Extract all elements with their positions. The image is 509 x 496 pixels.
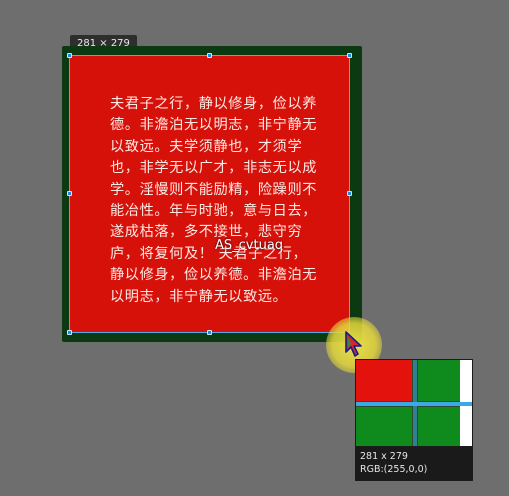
poem-text: 夫君子之行，静以修身，俭以养德。非澹泊无以明志，非宁静无以致远。夫学须静也，才须… <box>110 96 318 305</box>
magnifier-green-quadrant-bottom-left <box>356 407 412 446</box>
magnifier-red-quadrant <box>356 360 412 401</box>
magnifier-crosshair-h <box>356 402 472 406</box>
magnifier-preview <box>355 359 473 447</box>
window-class-label: AS_cvtuaq <box>215 238 284 253</box>
resize-handle-bottom-left-icon[interactable] <box>67 330 72 335</box>
captured-content-area: 夫君子之行，静以修身，俭以养德。非澹泊无以明志，非宁静无以致远。夫学须静也，才须… <box>70 56 350 333</box>
resize-handle-middle-left-icon[interactable] <box>67 191 72 196</box>
magnifier-green-quadrant-bottom-right <box>418 407 460 446</box>
arrow-cursor-icon <box>345 331 362 357</box>
resize-handle-top-left-icon[interactable] <box>67 53 72 58</box>
magnifier-size-text: 281 x 279 <box>360 451 408 462</box>
resize-handle-top-right-icon[interactable] <box>347 53 352 58</box>
magnifier-rgb-text: RGB:(255,0,0) <box>360 464 428 475</box>
resize-handle-middle-right-icon[interactable] <box>347 191 352 196</box>
resize-handle-bottom-center-icon[interactable] <box>207 330 212 335</box>
magnifier-info-panel: 281 x 279 RGB:(255,0,0) <box>355 447 473 481</box>
resize-handle-top-center-icon[interactable] <box>207 53 212 58</box>
magnifier-green-quadrant-top <box>418 360 460 401</box>
